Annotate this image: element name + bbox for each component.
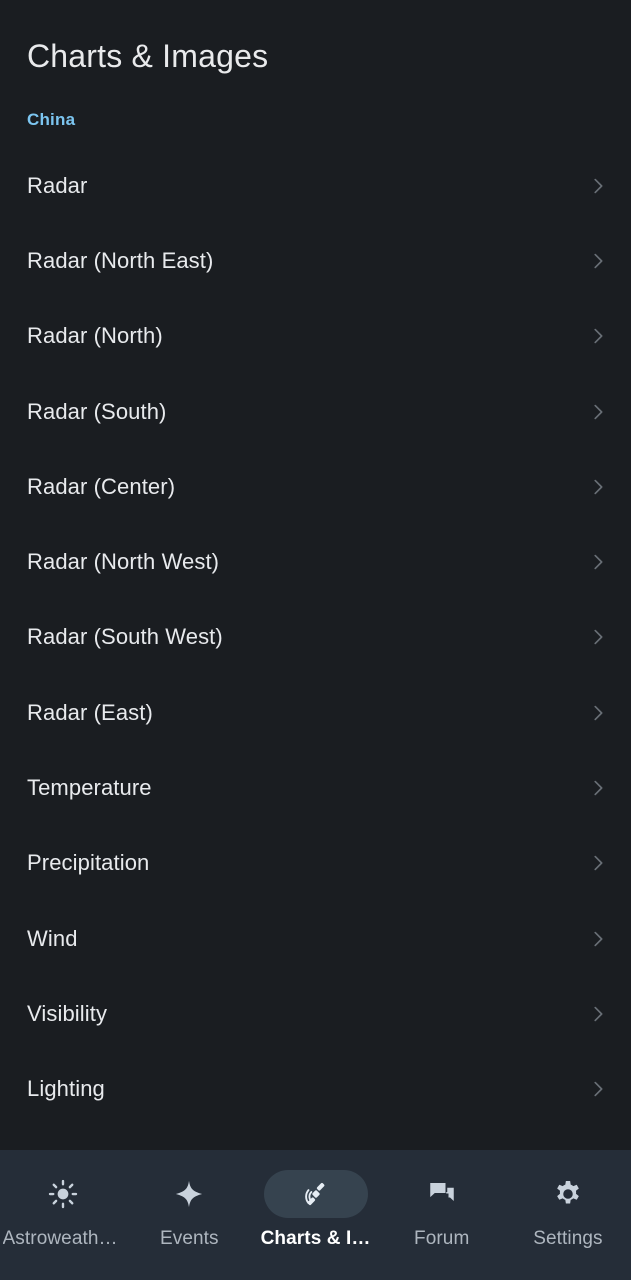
list-item[interactable]: Radar (South) [0,374,631,449]
bottom-navigation-bar[interactable]: Astroweath… Events Charts & I… Forum Setting… [0,1150,631,1280]
nav-icon-container [137,1170,241,1218]
bottom-nav-item-events[interactable]: Events [126,1170,252,1250]
list-rows-container: Radar Radar (North East) Radar (North) Rada… [0,148,631,1127]
bottom-nav-label: Forum [414,1228,470,1249]
list-item[interactable]: Radar (South West) [0,600,631,675]
list-item-label: Radar (North West) [27,549,220,575]
list-item-label: Radar (North) [27,323,163,349]
list-item-label: Radar (East) [27,699,153,725]
list-item[interactable]: Temperature [0,750,631,825]
chevron-right-icon [587,777,609,799]
chevron-right-icon [587,325,609,347]
chevron-right-icon [587,551,609,573]
list-item-label: Radar (Center) [27,473,176,499]
list-item-label: Radar (North East) [27,247,214,273]
bottom-nav-item-forum[interactable]: Forum [379,1170,505,1250]
bottom-nav-label: Charts & I… [260,1228,371,1249]
list-item-label: Wind [27,925,78,951]
nav-icon-container [11,1170,115,1218]
bottom-nav-label: Settings [533,1228,603,1249]
nav-icon-container [390,1170,494,1218]
chevron-right-icon [587,250,609,272]
list-item-label: Lighting [27,1076,105,1102]
list-item-label: Radar [27,172,88,198]
list-item[interactable]: Lighting [0,1052,631,1127]
list-item[interactable]: Precipitation [0,826,631,901]
chevron-right-icon [587,175,609,197]
list-item-label: Visibility [27,1000,108,1026]
bottom-nav-item-settings[interactable]: Settings [505,1170,631,1250]
chevron-right-icon [587,401,609,423]
charts-and-images-screen: Charts & Images China Radar Radar (North … [0,0,631,1280]
bottom-nav-label: Astroweath… [2,1228,118,1249]
active-indicator-pill [263,1170,368,1218]
list-item[interactable]: Wind [0,901,631,976]
list-item-label: Temperature [27,775,152,801]
chat-bubbles-icon [427,1179,457,1209]
chevron-right-icon [587,626,609,648]
list-item[interactable]: Radar (East) [0,675,631,750]
list-item-label: Precipitation [27,850,150,876]
list-item[interactable]: Radar (North) [0,299,631,374]
list-item[interactable]: Radar (North West) [0,524,631,599]
bottom-nav-item-chartsi[interactable]: Charts & I… [252,1170,378,1250]
list-item[interactable]: Radar [0,148,631,223]
sun-icon [48,1179,78,1209]
list-item[interactable]: Visibility [0,976,631,1051]
satellite-icon [301,1179,331,1209]
bottom-nav-item-astroweath[interactable]: Astroweath… [0,1170,126,1250]
chevron-right-icon [587,702,609,724]
chevron-right-icon [587,1078,609,1100]
list-item-label: Radar (South) [27,398,167,424]
list-item[interactable]: Radar (Center) [0,449,631,524]
chevron-right-icon [587,852,609,874]
bottom-nav-label: Events [159,1228,219,1249]
gear-icon [553,1179,583,1209]
chevron-right-icon [587,1003,609,1025]
chevron-right-icon [587,476,609,498]
nav-icon-container [516,1170,620,1218]
section-header-china: China [27,110,76,129]
sparkle-star-icon [174,1179,204,1209]
charts-list[interactable]: China Radar Radar (North East) Radar (Nort… [0,92,631,1150]
list-item-label: Radar (South West) [27,624,223,650]
chevron-right-icon [587,928,609,950]
page-title: Charts & Images [27,38,269,74]
list-item[interactable]: Radar (North East) [0,223,631,298]
